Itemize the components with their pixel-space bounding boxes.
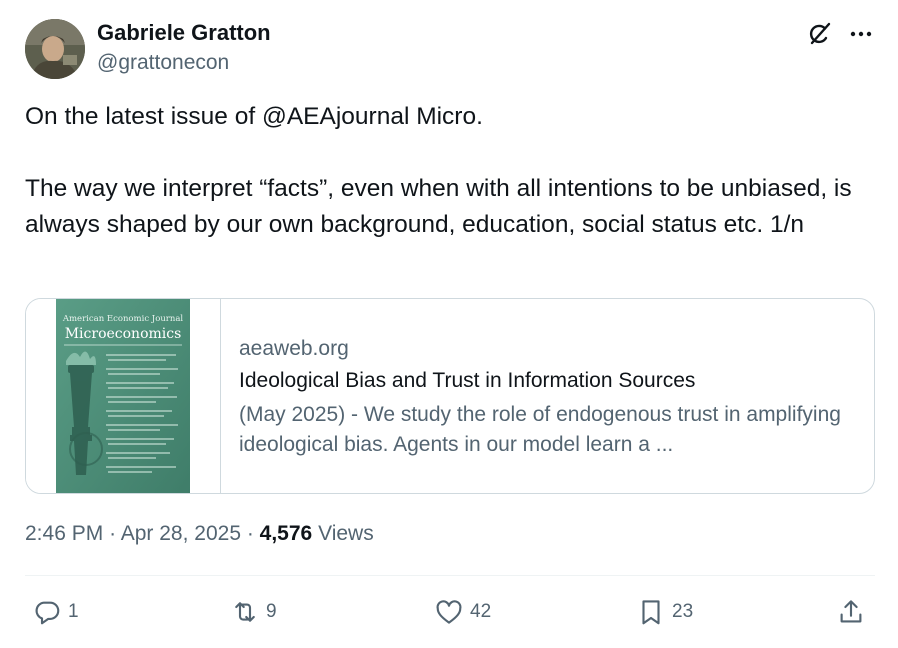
reply-icon [35, 601, 60, 625]
grok-icon[interactable] [806, 20, 834, 48]
more-icon[interactable] [846, 20, 876, 48]
share-icon [840, 600, 862, 623]
card-title: Ideological Bias and Trust in Informatio… [239, 369, 696, 392]
avatar-image [25, 19, 85, 79]
author-name[interactable]: Gabriele Gratton [97, 20, 271, 46]
reply-count: 1 [68, 601, 79, 622]
like-button[interactable]: 42 [434, 596, 491, 628]
cover-field: Microeconomics [65, 326, 182, 342]
meta-separator: · [109, 522, 121, 545]
author-handle[interactable]: @grattonecon [97, 51, 229, 75]
cover-journal: American Economic Journal [62, 314, 184, 324]
card-domain: aeaweb.org [239, 337, 349, 360]
repost-count: 9 [266, 601, 277, 622]
tweet-meta: 2:46 PM · Apr 28, 2025 · 4,576 Views [25, 522, 374, 546]
bookmark-button[interactable]: 23 [636, 596, 693, 628]
tweet: Gabriele Gratton @grattonecon On the lat… [0, 0, 898, 648]
tweet-text-paragraph-2: The way we interpret “facts”, even when … [25, 175, 852, 238]
bookmark-count: 23 [672, 601, 694, 622]
repost-button[interactable]: 9 [230, 596, 277, 628]
bookmark-icon [642, 600, 660, 625]
meta-separator: · [246, 522, 260, 545]
reply-button[interactable]: 1 [32, 596, 79, 628]
avatar[interactable] [25, 19, 85, 79]
heart-icon [436, 600, 462, 624]
tweet-date[interactable]: Apr 28, 2025 [121, 522, 241, 545]
tweet-text-paragraph-1: On the latest issue of @AEAjournal Micro… [25, 103, 483, 130]
divider [25, 575, 875, 576]
repost-icon [235, 602, 255, 622]
link-preview-card[interactable]: American Economic Journal Microeconomics [25, 298, 875, 494]
card-description: (May 2025) - We study the role of endoge… [239, 403, 841, 456]
share-button[interactable] [836, 596, 866, 628]
like-count: 42 [470, 601, 492, 622]
journal-cover-image: American Economic Journal Microeconomics [56, 299, 190, 493]
tweet-time[interactable]: 2:46 PM [25, 522, 103, 545]
card-thumbnail: American Economic Journal Microeconomics [26, 299, 221, 493]
views-label: Views [318, 522, 374, 545]
views-count: 4,576 [259, 522, 313, 545]
